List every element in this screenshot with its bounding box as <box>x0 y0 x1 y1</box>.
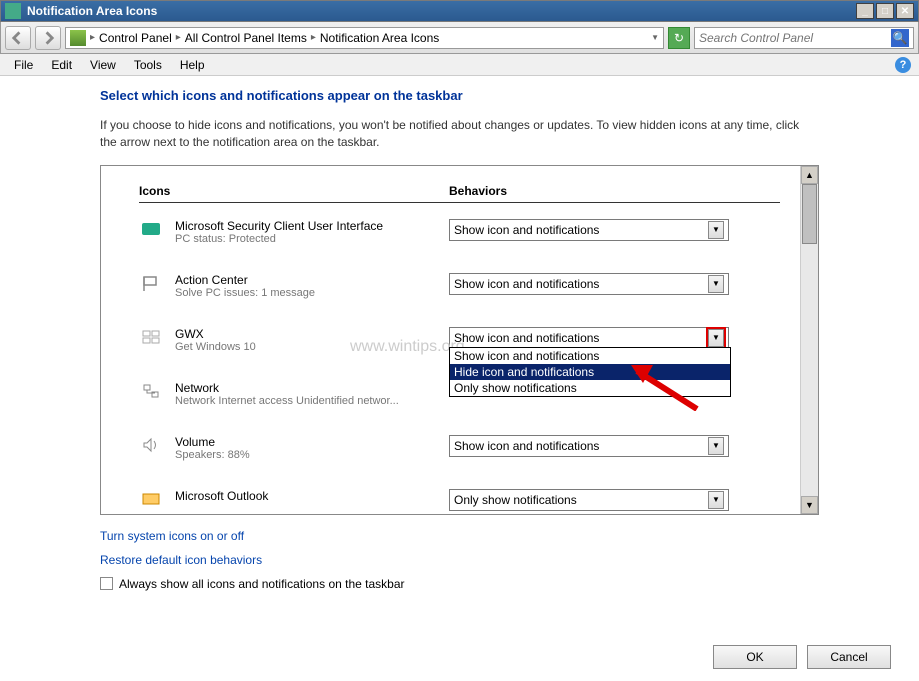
breadcrumb-seg-3[interactable]: Notification Area Icons <box>320 31 439 45</box>
maximize-button[interactable]: □ <box>876 3 894 19</box>
icon-row: Volume Speakers: 88% Show icon and notif… <box>139 435 780 469</box>
minimize-button[interactable]: _ <box>856 3 874 19</box>
col-header-behaviors: Behaviors <box>449 184 780 198</box>
select-value: Show icon and notifications <box>454 331 708 345</box>
window-icon <box>5 3 21 19</box>
breadcrumb-seg-1[interactable]: Control Panel <box>99 31 172 45</box>
ok-button[interactable]: OK <box>713 645 797 669</box>
address-dropdown-icon[interactable]: ▼ <box>651 33 659 42</box>
menu-help[interactable]: Help <box>172 56 213 74</box>
row-subtitle: Solve PC issues: 1 message <box>175 287 449 299</box>
forward-button[interactable] <box>35 26 61 50</box>
column-headers: Icons Behaviors <box>139 184 780 203</box>
menu-file[interactable]: File <box>6 56 41 74</box>
refresh-button[interactable]: ↻ <box>668 27 690 49</box>
select-value: Show icon and notifications <box>454 223 708 237</box>
search-icon[interactable]: 🔍 <box>891 29 909 47</box>
chevron-icon: ▸ <box>176 32 181 43</box>
footer-buttons: OK Cancel <box>713 645 891 669</box>
icons-panel: Icons Behaviors Microsoft Security Clien… <box>100 165 819 515</box>
folder-icon <box>70 30 86 46</box>
col-header-icons: Icons <box>139 184 449 198</box>
chevron-icon: ▸ <box>311 32 316 43</box>
row-title: Microsoft Outlook <box>175 489 449 503</box>
menu-edit[interactable]: Edit <box>43 56 80 74</box>
scroll-up-button[interactable]: ▲ <box>801 166 818 184</box>
row-subtitle: Network Internet access Unidentified net… <box>175 395 449 407</box>
scrollbar[interactable]: ▲ ▼ <box>800 166 818 514</box>
cancel-button[interactable]: Cancel <box>807 645 891 669</box>
breadcrumb-seg-2[interactable]: All Control Panel Items <box>185 31 307 45</box>
gwx-icon <box>139 327 163 347</box>
row-title: GWX <box>175 327 449 341</box>
row-title: Network <box>175 381 449 395</box>
back-button[interactable] <box>5 26 31 50</box>
select-value: Only show notifications <box>454 493 708 507</box>
icon-row: GWX Get Windows 10 Show icon and notific… <box>139 327 780 361</box>
behavior-select[interactable]: Show icon and notifications ▼ <box>449 273 729 295</box>
close-button[interactable]: ✕ <box>896 3 914 19</box>
select-value: Show icon and notifications <box>454 277 708 291</box>
behavior-select-open[interactable]: Show icon and notifications ▼ <box>449 327 729 349</box>
chevron-icon: ▸ <box>90 32 95 43</box>
row-title: Volume <box>175 435 449 449</box>
dropdown-arrow-icon: ▼ <box>708 221 724 239</box>
security-client-icon <box>139 219 163 239</box>
always-show-checkbox[interactable] <box>100 577 113 590</box>
page-heading: Select which icons and notifications app… <box>100 88 819 103</box>
row-subtitle: Get Windows 10 <box>175 341 449 353</box>
address-bar[interactable]: ▸ Control Panel ▸ All Control Panel Item… <box>65 27 664 49</box>
menu-tools[interactable]: Tools <box>126 56 170 74</box>
dropdown-arrow-icon: ▼ <box>708 275 724 293</box>
window-title: Notification Area Icons <box>27 4 856 18</box>
outlook-icon <box>139 489 163 509</box>
menu-bar: File Edit View Tools Help ? <box>0 54 919 76</box>
dropdown-arrow-icon: ▼ <box>708 329 724 347</box>
content-area: Select which icons and notifications app… <box>0 76 919 603</box>
search-input[interactable] <box>699 31 891 45</box>
icon-row: Microsoft Security Client User Interface… <box>139 219 780 253</box>
always-show-label: Always show all icons and notifications … <box>119 577 405 591</box>
scroll-down-button[interactable]: ▼ <box>801 496 818 514</box>
dropdown-arrow-icon: ▼ <box>708 437 724 455</box>
behavior-select[interactable]: Only show notifications ▼ <box>449 489 729 511</box>
nav-toolbar: ▸ Control Panel ▸ All Control Panel Item… <box>0 22 919 54</box>
select-value: Show icon and notifications <box>454 439 708 453</box>
icon-row: Action Center Solve PC issues: 1 message… <box>139 273 780 307</box>
link-system-icons[interactable]: Turn system icons on or off <box>100 529 819 543</box>
behavior-select[interactable]: Show icon and notifications ▼ <box>449 435 729 457</box>
icon-row: Microsoft Outlook Only show notification… <box>139 489 780 515</box>
titlebar: Notification Area Icons _ □ ✕ <box>0 0 919 22</box>
menu-view[interactable]: View <box>82 56 124 74</box>
help-icon[interactable]: ? <box>895 57 911 73</box>
network-icon <box>139 381 163 401</box>
row-title: Microsoft Security Client User Interface <box>175 219 449 233</box>
search-box[interactable]: 🔍 <box>694 27 914 49</box>
annotation-arrow-icon <box>629 361 699 414</box>
row-title: Action Center <box>175 273 449 287</box>
row-subtitle: PC status: Protected <box>175 233 449 245</box>
scroll-thumb[interactable] <box>802 184 817 244</box>
action-center-icon <box>139 273 163 293</box>
dropdown-arrow-icon: ▼ <box>708 491 724 509</box>
link-restore-defaults[interactable]: Restore default icon behaviors <box>100 553 819 567</box>
page-description: If you choose to hide icons and notifica… <box>100 117 819 151</box>
behavior-select[interactable]: Show icon and notifications ▼ <box>449 219 729 241</box>
volume-icon <box>139 435 163 455</box>
row-subtitle: Speakers: 88% <box>175 449 449 461</box>
